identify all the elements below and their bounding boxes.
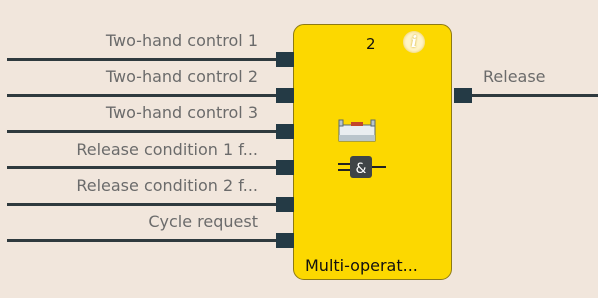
input-port-1[interactable] (276, 52, 294, 67)
two-hand-station-icon (338, 119, 376, 142)
input-label-4: Release condition 1 f... (76, 140, 258, 159)
input-label-3: Two-hand control 3 (105, 103, 258, 122)
input-wire-4 (7, 166, 277, 169)
input-wire-6 (7, 239, 277, 242)
input-port-3[interactable] (276, 124, 294, 139)
block-number: 2 (366, 35, 376, 53)
input-label-5: Release condition 2 f... (76, 176, 258, 195)
input-port-5[interactable] (276, 197, 294, 212)
and-gate-icon: & (338, 156, 386, 178)
input-port-4[interactable] (276, 160, 294, 175)
function-block-multi-operator[interactable] (293, 24, 452, 280)
logic-editor-canvas[interactable]: Two-hand control 1 Two-hand control 2 Tw… (0, 0, 598, 298)
input-wire-1 (7, 58, 277, 61)
input-wire-5 (7, 203, 277, 206)
and-gate-symbol: & (356, 161, 367, 177)
input-port-6[interactable] (276, 233, 294, 248)
input-wire-2 (7, 94, 277, 97)
input-label-2: Two-hand control 2 (105, 67, 258, 86)
info-icon-glyph: i (410, 32, 418, 51)
input-wire-3 (7, 130, 277, 133)
output-wire-1 (470, 94, 598, 97)
input-port-2[interactable] (276, 88, 294, 103)
block-name: Multi-operat... (305, 256, 418, 275)
output-label-1: Release (483, 67, 546, 86)
input-label-6: Cycle request (148, 212, 258, 231)
input-label-1: Two-hand control 1 (105, 31, 258, 50)
info-icon[interactable]: i (403, 31, 425, 53)
output-port-1[interactable] (454, 88, 472, 103)
